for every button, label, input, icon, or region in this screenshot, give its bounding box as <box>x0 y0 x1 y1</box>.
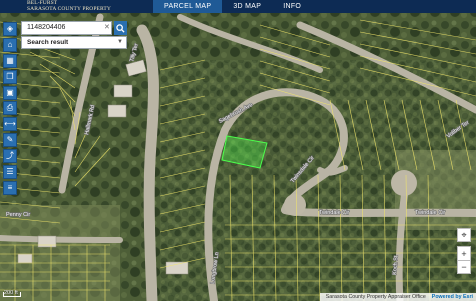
search-result-dropdown[interactable]: Search result ▼ <box>21 36 127 49</box>
close-icon[interactable]: ✕ <box>104 24 112 32</box>
print-icon[interactable]: ⎙ <box>3 101 17 116</box>
search-input[interactable]: 1148204406 <box>21 21 112 35</box>
grid-icon[interactable]: ▦ <box>3 53 17 68</box>
left-toolbar: ◈ ⌂ ▦ ❐ ▣ ⎙ ⟷ ✎ ⤴ ☰ ≡ <box>3 22 17 197</box>
road-label: Twindale Cir <box>415 210 445 216</box>
parcel-map[interactable]: Penny Cir Hallmark Rd Sagebrush Ave Twin… <box>0 13 476 301</box>
tab-parcel-map[interactable]: PARCEL MAP <box>153 0 223 13</box>
road-label: Penny Cir <box>6 212 30 218</box>
road-label: Twindale Cir <box>319 210 349 216</box>
search-result-label: Search result <box>27 39 69 46</box>
road-twinsdale <box>281 206 476 217</box>
cul-de-sac <box>284 194 306 216</box>
powered-by-esri[interactable]: Powered by Esri <box>432 293 473 301</box>
brand-line2: SARASOTA COUNTY PROPERTY <box>27 6 111 12</box>
cleared-lots <box>0 205 120 301</box>
scale-bar: 200 ft <box>3 290 21 297</box>
right-toolbar: ⌖ + − <box>457 228 471 278</box>
nav-tabs: PARCEL MAP 3D MAP INFO <box>153 0 312 13</box>
draw-icon[interactable]: ✎ <box>3 133 17 148</box>
bookmark-icon[interactable]: ❐ <box>3 69 17 84</box>
share-icon[interactable]: ⤴ <box>3 149 17 164</box>
home-icon[interactable]: ⌂ <box>3 37 17 52</box>
map-attribution: Sarasota County Property Appraiser Offic… <box>319 293 476 301</box>
zoom-in-button[interactable]: + <box>457 246 471 260</box>
list-icon[interactable]: ≡ <box>3 180 17 195</box>
map-imagery[interactable]: Penny Cir Hallmark Rd Sagebrush Ave Twin… <box>0 13 476 301</box>
basemap-icon[interactable]: ▣ <box>3 85 17 100</box>
locate-icon[interactable]: ⌖ <box>457 228 471 242</box>
attribution-text: Sarasota County Property Appraiser Offic… <box>325 294 426 300</box>
top-bar: BEL-FURST SARASOTA COUNTY PROPERTY PARCE… <box>0 0 476 13</box>
tab-info[interactable]: INFO <box>272 0 312 13</box>
brand-logo: BEL-FURST SARASOTA COUNTY PROPERTY <box>27 0 111 12</box>
layers-icon[interactable]: ◈ <box>3 22 17 36</box>
scale-label: 200 ft <box>4 290 18 296</box>
zoom-out-button[interactable]: − <box>457 260 471 274</box>
tab-3d-map[interactable]: 3D MAP <box>222 0 272 13</box>
search-icon <box>116 23 125 33</box>
cul-de-sac <box>391 170 417 196</box>
measure-icon[interactable]: ⟷ <box>3 117 17 132</box>
road-penny <box>0 235 123 243</box>
table-icon[interactable]: ☰ <box>3 165 17 180</box>
search-button[interactable] <box>114 21 127 35</box>
chevron-down-icon: ▼ <box>117 39 123 45</box>
